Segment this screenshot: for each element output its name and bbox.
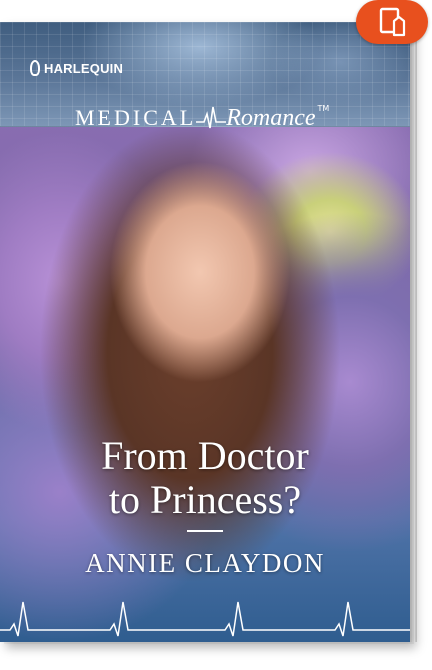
book-author: ANNIE CLAYDON [85, 548, 325, 578]
book-title-line-2: to Princess? [108, 477, 302, 522]
book-reader-icon [379, 7, 406, 37]
series-medical-label: MEDICAL [75, 105, 197, 130]
book-title: From Doctor to Princess? [0, 434, 410, 522]
harlequin-rose-icon [30, 60, 40, 76]
title-divider [187, 530, 223, 532]
series-logo: MEDICAL Romance TM [75, 104, 329, 132]
publisher-name: HARLEQUIN [44, 60, 124, 76]
book-cover[interactable]: HARLEQUIN MEDICAL Romance TM From Doctor… [0, 22, 410, 642]
trademark-label: TM [317, 104, 330, 113]
read-book-button[interactable] [356, 0, 428, 44]
ecg-line-decoration [0, 601, 410, 637]
publisher-logo: HARLEQUIN [30, 60, 123, 76]
series-romance-label: Romance [226, 104, 316, 131]
heartbeat-line-icon [196, 106, 227, 129]
book-title-line-1: From Doctor [101, 433, 309, 478]
cover-header: HARLEQUIN MEDICAL Romance TM [0, 22, 410, 131]
